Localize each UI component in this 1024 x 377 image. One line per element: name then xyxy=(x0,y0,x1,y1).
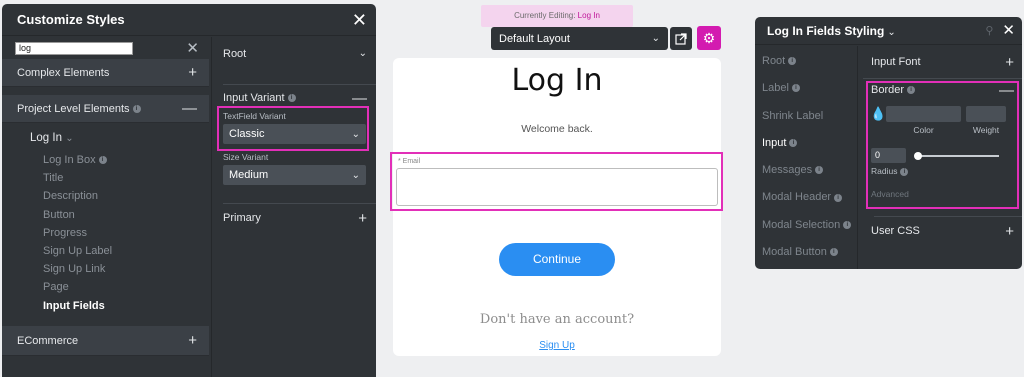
panel-title: Customize Styles xyxy=(17,12,125,27)
group-project-level-elements[interactable]: Project Level Elements i — xyxy=(2,95,209,123)
chevron-down-icon[interactable]: ⌄ xyxy=(887,27,895,38)
chevron-down-icon: ⌄ xyxy=(651,33,660,44)
nav-item-root[interactable]: Root i xyxy=(755,48,857,75)
panel-title: Log In Fields Styling xyxy=(767,23,885,38)
sign-up-link[interactable]: Sign Up xyxy=(393,340,721,351)
plus-icon[interactable]: + xyxy=(188,332,197,349)
minus-icon[interactable]: — xyxy=(352,90,367,107)
nav-item-label[interactable]: Label i xyxy=(755,75,857,102)
tree-item-log-in-box[interactable]: Log In Box i xyxy=(2,151,209,169)
external-link-button[interactable] xyxy=(670,27,692,50)
tree-item-log-in[interactable]: Log In ⌄ xyxy=(2,129,209,147)
group-ecommerce[interactable]: ECommerce + xyxy=(2,326,209,356)
login-title: Log In xyxy=(511,63,603,98)
continue-button[interactable]: Continue xyxy=(499,243,615,276)
plus-icon[interactable]: + xyxy=(188,64,197,81)
group-complex-elements[interactable]: Complex Elements + xyxy=(2,59,209,87)
no-account-text: Don't have an account? xyxy=(479,312,635,327)
info-icon: i xyxy=(791,84,800,93)
fields-nav: Root i Label i Shrink Label Input i Message… xyxy=(755,46,858,269)
highlight-email-field xyxy=(390,152,723,211)
info-icon: i xyxy=(843,220,852,229)
chevron-down-icon: ⌄ xyxy=(65,133,74,144)
nav-item-modal-button[interactable]: Modal Button i xyxy=(755,239,857,266)
plus-icon[interactable]: + xyxy=(1005,223,1014,240)
close-icon[interactable]: ✕ xyxy=(1002,23,1015,38)
group-label: Project Level Elements xyxy=(17,102,130,115)
info-icon: i xyxy=(788,57,797,66)
fields-styling-header: Log In Fields Styling ⌄ ⚲ ✕ xyxy=(755,17,1022,45)
section-input-font[interactable]: Input Font + xyxy=(859,46,1022,78)
tree-item-title[interactable]: Title xyxy=(2,169,209,187)
welcome-text: Welcome back. xyxy=(521,123,593,135)
nav-item-modal-header[interactable]: Modal Header i xyxy=(755,184,857,211)
info-icon: i xyxy=(98,156,107,165)
element-tree: log ✕ Complex Elements + Project Level E… xyxy=(2,37,209,377)
tree-item-sign-up-label[interactable]: Sign Up Label xyxy=(2,242,209,260)
customize-styles-panel: Customize Styles ✕ log ✕ Complex Element… xyxy=(2,4,376,377)
chevron-down-icon: ⌄ xyxy=(351,169,360,181)
size-variant-select[interactable]: Medium ⌄ xyxy=(223,165,366,185)
tree-item-page[interactable]: Page xyxy=(2,278,209,296)
close-icon[interactable]: ✕ xyxy=(352,11,367,29)
highlight-border-section xyxy=(866,81,1019,209)
group-label: ECommerce xyxy=(17,334,79,347)
chevron-down-icon: ⌄ xyxy=(358,48,367,59)
tree-item-progress[interactable]: Progress xyxy=(2,224,209,242)
tree-item-button[interactable]: Button xyxy=(2,206,209,224)
info-icon: i xyxy=(287,94,296,103)
tree-item-input-fields[interactable]: Input Fields xyxy=(2,297,209,315)
highlight-textfield-variant xyxy=(217,106,369,151)
info-icon: i xyxy=(789,138,798,147)
info-icon: i xyxy=(829,248,838,257)
search-row: log ✕ xyxy=(2,37,209,59)
info-icon: i xyxy=(815,166,824,175)
tree-item-description[interactable]: Description xyxy=(2,187,209,205)
plus-icon[interactable]: + xyxy=(1005,54,1014,71)
layout-select[interactable]: Default Layout ⌄ xyxy=(491,27,668,50)
external-link-icon xyxy=(675,32,687,45)
info-icon: i xyxy=(132,104,141,113)
tree-item-sign-up-link[interactable]: Sign Up Link xyxy=(2,260,209,278)
clear-icon[interactable]: ✕ xyxy=(186,39,199,57)
settings-button[interactable]: ⚙ xyxy=(697,26,721,50)
gear-icon: ⚙ xyxy=(702,29,716,46)
nav-item-modal-selection[interactable]: Modal Selection i xyxy=(755,212,857,239)
size-variant-label: Size Variant xyxy=(223,152,269,162)
search-input[interactable]: log xyxy=(15,41,133,55)
style-options: Root ⌄ Input Variant i — TextField Varian… xyxy=(211,37,376,377)
currently-editing-banner: Currently Editing: Log In xyxy=(481,5,633,27)
section-primary[interactable]: Primary + xyxy=(212,204,376,232)
nav-item-messages[interactable]: Messages i xyxy=(755,157,857,184)
section-root[interactable]: Root ⌄ xyxy=(212,37,376,70)
pin-icon[interactable]: ⚲ xyxy=(985,24,993,37)
section-user-css[interactable]: User CSS + xyxy=(859,216,1022,246)
nav-item-shrink-label[interactable]: Shrink Label xyxy=(755,103,857,130)
nav-item-input[interactable]: Input i xyxy=(755,130,857,157)
group-label: Complex Elements xyxy=(17,66,110,79)
info-icon: i xyxy=(834,193,843,202)
minus-icon[interactable]: — xyxy=(182,100,197,117)
customize-styles-header: Customize Styles ✕ xyxy=(2,4,376,36)
plus-icon[interactable]: + xyxy=(358,210,367,227)
